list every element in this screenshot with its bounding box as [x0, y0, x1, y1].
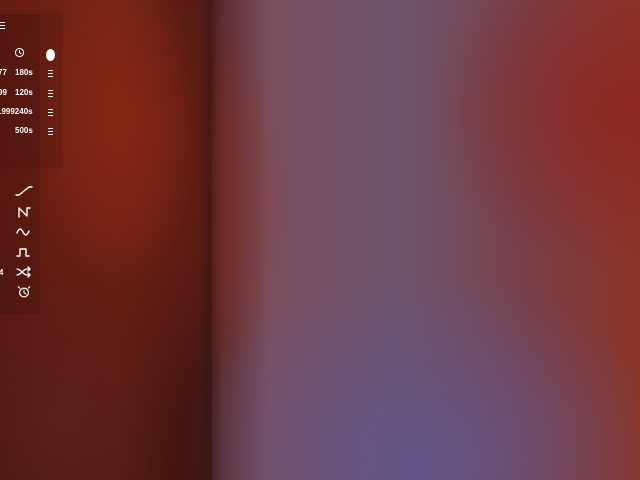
clock-icon[interactable] [14, 45, 25, 58]
timer-row[interactable]: 500s [0, 125, 56, 139]
timer-duration: 500s [15, 126, 33, 135]
drag-handle-icon[interactable] [48, 69, 53, 77]
shuffle-icon[interactable] [15, 265, 33, 279]
menu-icon[interactable] [0, 19, 5, 31]
timer-left-value: 77 [0, 68, 7, 77]
ramp-icon[interactable] [15, 184, 33, 198]
sine-wave-icon[interactable] [15, 225, 33, 239]
timer-row[interactable]: 1999240s [0, 106, 56, 120]
timer-row[interactable]: 77 180s [0, 67, 56, 81]
timer-duration: 180s [15, 68, 33, 77]
background-shadow-band [196, 0, 224, 480]
drag-handle-icon[interactable] [48, 89, 53, 97]
alarm-clock-icon[interactable] [15, 285, 33, 299]
step-ramp-icon[interactable] [15, 205, 33, 219]
timer-row[interactable]: 99 120s [0, 87, 56, 101]
timer-combined-value: 1999240s [0, 107, 33, 116]
timer-left-value: 99 [0, 88, 7, 97]
timer-duration: 120s [15, 88, 33, 97]
square-wave-icon[interactable] [15, 245, 33, 259]
drag-handle-icon[interactable] [48, 127, 53, 135]
status-indicator [46, 49, 55, 61]
drag-handle-icon[interactable] [48, 108, 53, 116]
edge-label: 4 [0, 268, 4, 277]
